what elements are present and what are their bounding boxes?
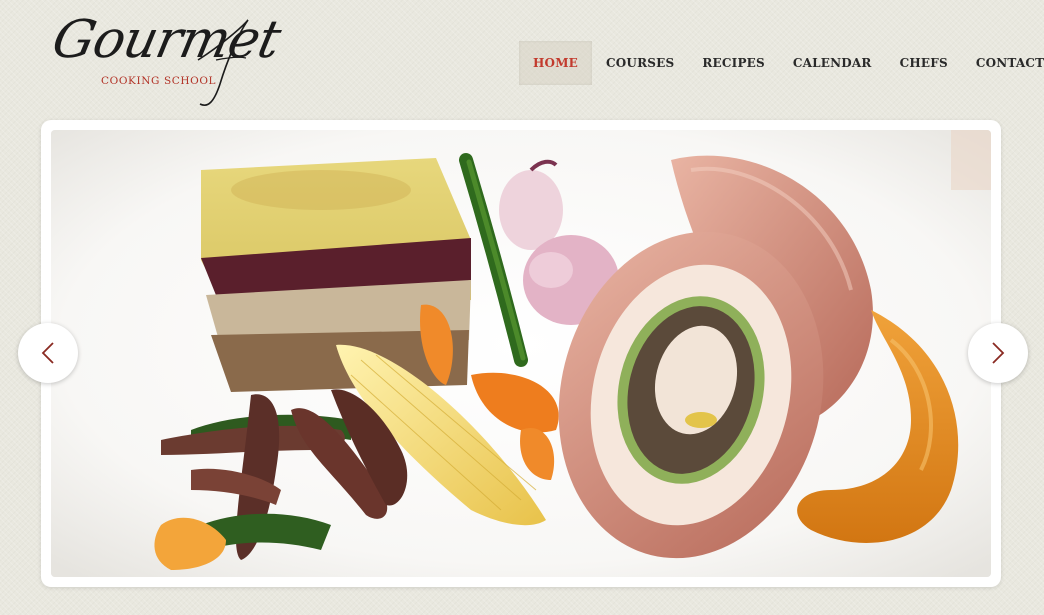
logo-flourish — [197, 19, 249, 106]
hero-slider — [41, 120, 1001, 587]
nav-item-calendar[interactable]: CALENDAR — [779, 41, 886, 85]
slide-image — [51, 130, 991, 577]
slider-next-button[interactable] — [968, 323, 1028, 383]
slider-prev-button[interactable] — [18, 323, 78, 383]
nav-item-chefs[interactable]: CHEFS — [886, 41, 962, 85]
logo-subtitle: COOKING SCHOOL — [101, 75, 217, 87]
chevron-left-icon — [41, 342, 54, 364]
nav-item-contacts[interactable]: CONTACTS — [962, 41, 1044, 85]
plated-dish-illustration — [51, 130, 991, 577]
site-logo[interactable]: Gourmet COOKING SCHOOL — [47, 10, 285, 109]
chevron-right-icon — [992, 342, 1005, 364]
nav-item-courses[interactable]: COURSES — [592, 41, 688, 85]
nav-item-home[interactable]: HOME — [519, 41, 593, 85]
main-nav: HOME COURSES RECIPES CALENDAR CHEFS CONT… — [519, 41, 1044, 85]
nav-item-recipes[interactable]: RECIPES — [688, 41, 779, 85]
